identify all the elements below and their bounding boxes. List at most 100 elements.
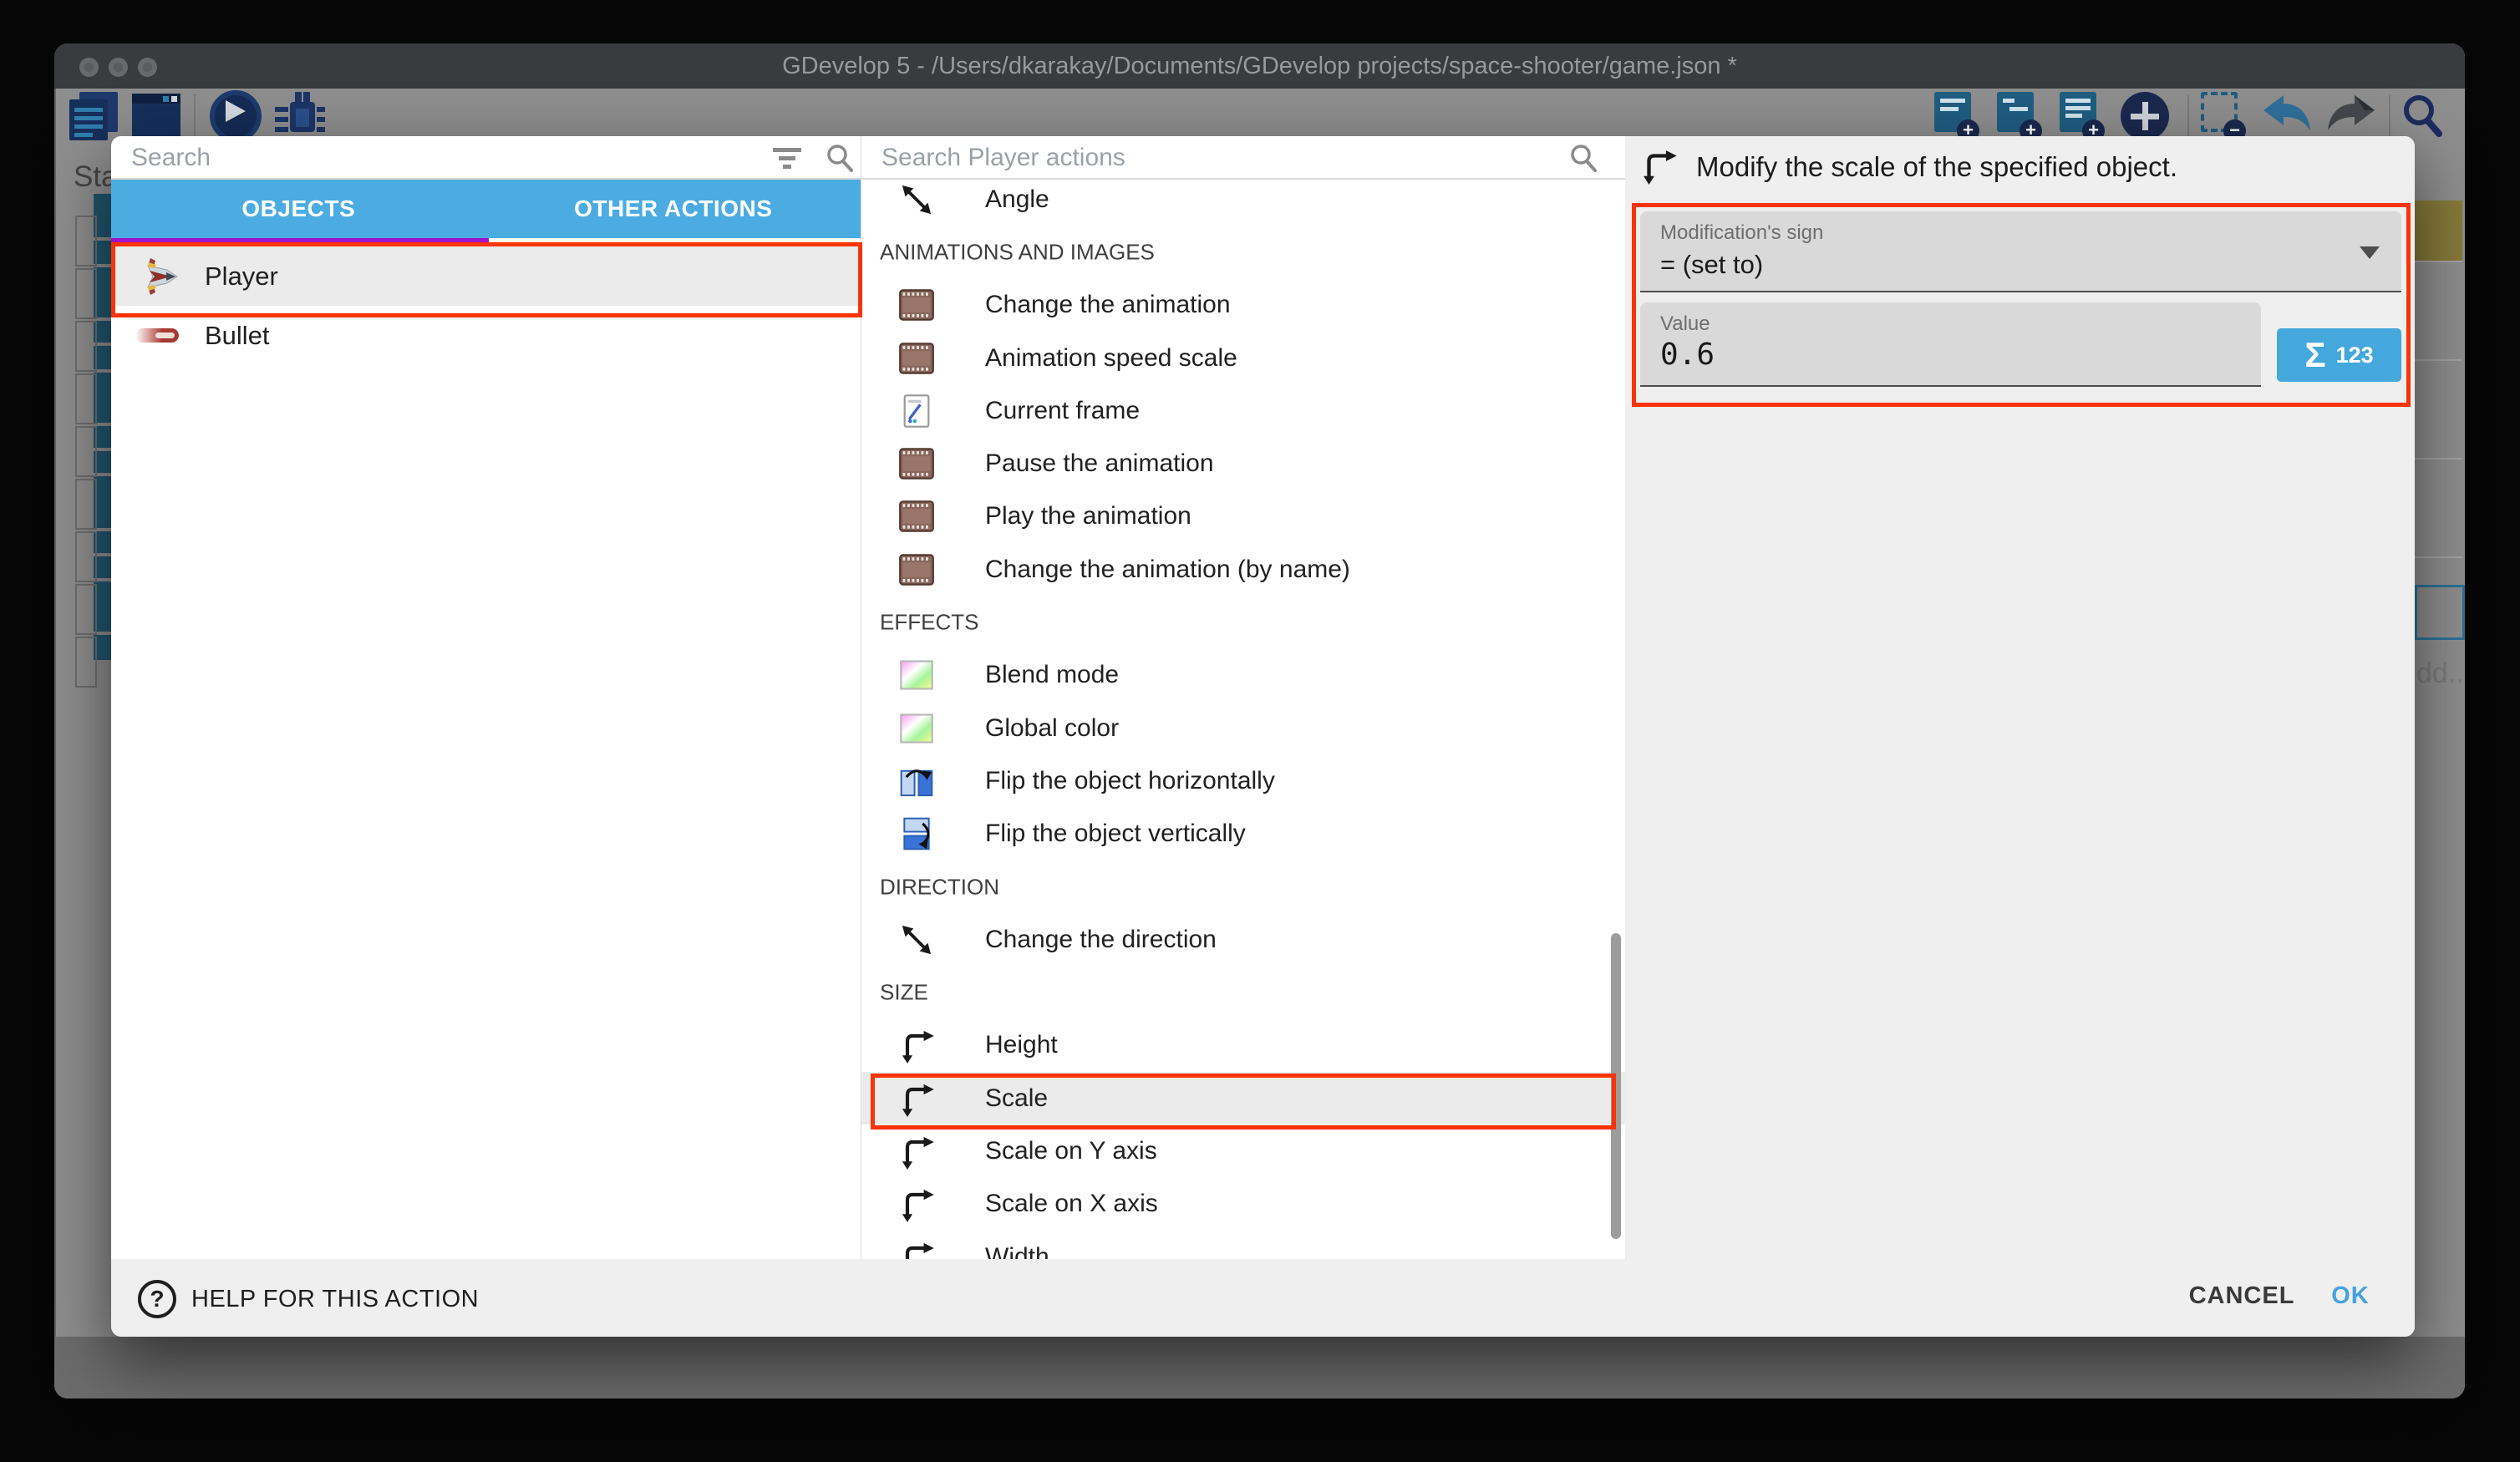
action-label: Width xyxy=(985,1243,1049,1259)
object-row-bullet[interactable]: Bullet xyxy=(111,306,861,365)
tab-other-actions[interactable]: OTHER ACTIONS xyxy=(486,180,861,238)
event-margin-fragment xyxy=(75,584,97,635)
film-strip-icon xyxy=(898,445,935,482)
event-grid-line xyxy=(2415,556,2462,558)
action-row-global-color[interactable]: Global color xyxy=(861,702,1625,754)
event-selection-fragment xyxy=(2415,585,2465,640)
field-label: Modification's sign xyxy=(1660,221,1823,245)
film-strip-icon xyxy=(898,340,935,377)
modification-sign-select[interactable]: Modification's sign = (set to) xyxy=(1640,211,2401,292)
action-row-scale-on-x-axis[interactable]: Scale on X axis xyxy=(861,1178,1625,1231)
action-row-angle[interactable]: Angle xyxy=(861,173,1625,226)
action-row-scale[interactable]: Scale xyxy=(861,1072,1625,1124)
action-row-current-frame[interactable]: Current frame xyxy=(861,384,1625,437)
objects-search-input[interactable] xyxy=(130,140,743,176)
help-icon: ? xyxy=(138,1280,176,1318)
filter-icon[interactable] xyxy=(770,146,808,171)
action-row-height[interactable]: Height xyxy=(861,1019,1625,1072)
action-label: Scale on X axis xyxy=(985,1190,1158,1218)
film-strip-icon xyxy=(898,498,935,535)
action-row-pause-the-animation[interactable]: Pause the animation xyxy=(861,437,1625,490)
event-margin-fragment xyxy=(75,321,97,372)
blend-gradient-icon xyxy=(898,710,935,747)
action-section-header: ANIMATIONS AND IMAGES xyxy=(861,226,1625,278)
action-label: Play the animation xyxy=(985,502,1191,530)
action-section-header: SIZE xyxy=(861,966,1625,1018)
action-label: Change the animation (by name) xyxy=(985,556,1350,584)
action-row-animation-speed-scale[interactable]: Animation speed scale xyxy=(861,332,1625,384)
flip-horizontal-icon xyxy=(898,763,935,800)
resize-corner-icon xyxy=(898,1239,935,1259)
action-row-change-the-direction[interactable]: Change the direction xyxy=(861,913,1625,966)
action-section-header: DIRECTION xyxy=(861,860,1625,913)
film-strip-icon xyxy=(898,287,935,323)
event-margin-fragment xyxy=(75,268,97,319)
action-label: Change the direction xyxy=(985,926,1217,954)
tab-objects[interactable]: OBJECTS xyxy=(111,180,486,238)
add-comment-icon: + xyxy=(2060,92,2103,142)
action-row-change-the-animation-by-name-[interactable]: Change the animation (by name) xyxy=(861,543,1625,596)
angle-arrow-icon xyxy=(898,921,935,958)
event-action-cell-fragment xyxy=(2415,201,2462,261)
editor-title: Modify the scale of the specified object… xyxy=(1696,151,2177,183)
expression-builder-button[interactable]: Σ 123 xyxy=(2277,328,2401,382)
angle-arrow-icon xyxy=(898,181,935,218)
frame-page-icon xyxy=(898,393,935,429)
event-grid-line xyxy=(2415,359,2462,361)
object-row-player[interactable]: Player xyxy=(111,246,861,306)
delete-icon: − xyxy=(2201,92,2244,142)
field-value: 0.6 xyxy=(1660,338,1715,372)
event-margin-fragment xyxy=(75,531,97,582)
objects-search-row xyxy=(111,136,861,178)
chevron-down-icon xyxy=(2360,246,2380,259)
object-label: Bullet xyxy=(205,321,270,351)
ok-button[interactable]: OK xyxy=(2300,1282,2401,1310)
action-label: Change the animation xyxy=(985,291,1231,319)
action-row-flip-the-object-vertically[interactable]: Flip the object vertically xyxy=(861,808,1625,860)
window-title: GDevelop 5 - /Users/dkarakay/Documents/G… xyxy=(54,43,2465,89)
search-icon[interactable] xyxy=(1567,141,1600,175)
action-label: Global color xyxy=(985,714,1119,743)
action-row-change-the-animation[interactable]: Change the animation xyxy=(861,279,1625,332)
action-row-blend-mode[interactable]: Blend mode xyxy=(861,649,1625,702)
resize-corner-icon xyxy=(898,1185,935,1222)
add-event-icon: + xyxy=(1934,92,1978,142)
action-row-play-the-animation[interactable]: Play the animation xyxy=(861,490,1625,543)
resize-corner-icon xyxy=(1639,146,1678,189)
action-label: Height xyxy=(985,1031,1058,1059)
bullet-icon xyxy=(135,328,179,343)
player-ship-icon xyxy=(141,257,181,296)
action-label: Flip the object horizontally xyxy=(985,767,1275,795)
film-strip-icon xyxy=(898,551,935,588)
action-row-width[interactable]: Width xyxy=(861,1231,1625,1259)
action-label: Pause the animation xyxy=(985,449,1214,478)
objects-tabbar: OBJECTS OTHER ACTIONS xyxy=(111,180,861,238)
section-label: ANIMATIONS AND IMAGES xyxy=(880,239,1155,265)
resize-corner-icon xyxy=(898,1027,935,1064)
editor-pane: Modify the scale of the specified object… xyxy=(1625,136,2415,1337)
event-margin-fragment xyxy=(75,426,97,477)
flip-vertical-icon xyxy=(898,815,935,852)
section-label: EFFECTS xyxy=(880,610,978,636)
scrollbar-thumb[interactable] xyxy=(1611,933,1621,1239)
action-editor-dialog: OBJECTS OTHER ACTIONS Player Bullet Angle… xyxy=(111,136,2415,1337)
help-for-this-action-button[interactable]: ? HELP FOR THIS ACTION xyxy=(138,1280,479,1318)
object-label: Player xyxy=(205,261,278,292)
value-field[interactable]: Value 0.6 xyxy=(1640,302,2261,387)
title-bar: GDevelop 5 - /Users/dkarakay/Documents/G… xyxy=(54,43,2465,89)
screen: GDevelop 5 - /Users/dkarakay/Documents/G… xyxy=(0,0,2520,1462)
section-label: DIRECTION xyxy=(880,874,999,900)
search-icon[interactable] xyxy=(823,141,856,175)
action-row-flip-the-object-horizontally[interactable]: Flip the object horizontally xyxy=(861,754,1625,807)
event-margin-fragment xyxy=(75,373,97,424)
add-row-partial-label: dd... xyxy=(2416,657,2465,690)
add-circle-icon xyxy=(2121,92,2169,140)
action-label: Angle xyxy=(985,185,1049,214)
resize-corner-icon xyxy=(898,1080,935,1117)
actions-search-input[interactable] xyxy=(880,140,1535,176)
action-label: Scale xyxy=(985,1084,1048,1113)
resize-corner-icon xyxy=(898,1133,935,1170)
action-row-scale-on-y-axis[interactable]: Scale on Y axis xyxy=(861,1124,1625,1177)
actions-list: Angle ANIMATIONS AND IMAGES Change the ani… xyxy=(861,173,1625,1259)
event-grid-line xyxy=(2415,458,2462,459)
